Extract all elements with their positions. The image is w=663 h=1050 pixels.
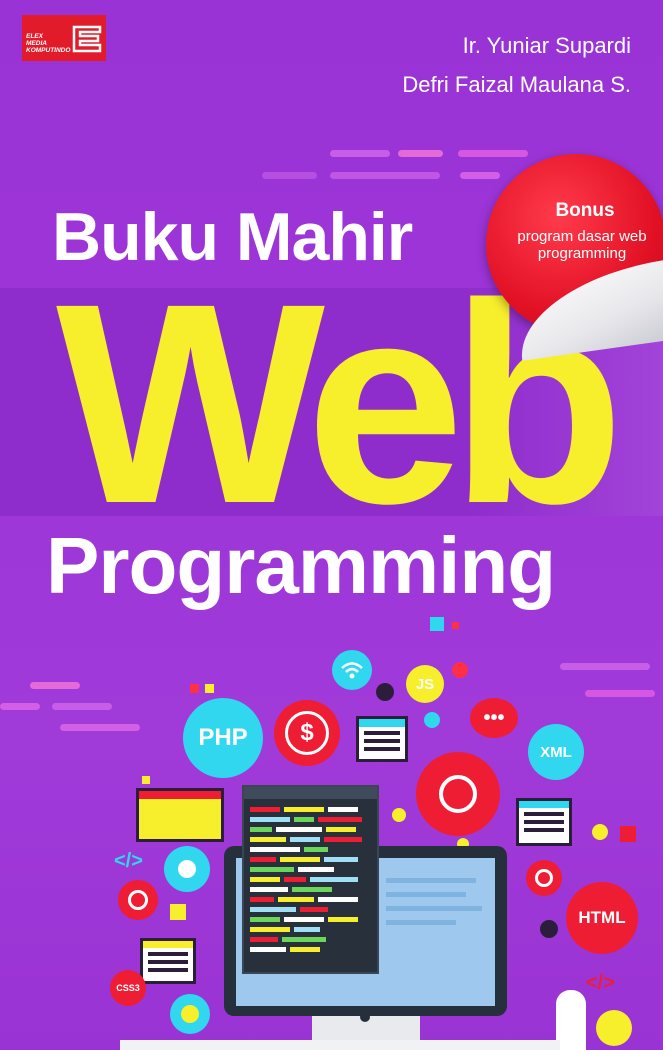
deco-dot [376, 683, 394, 701]
document-window-icon [356, 716, 408, 762]
publisher-logo: ELEX MEDIA KOMPUTINDO [22, 15, 106, 61]
logo-line-2: MEDIA [26, 40, 47, 47]
hand-illustration [556, 990, 586, 1050]
deco-square [620, 826, 636, 842]
badge-text-line-1: program dasar web [517, 228, 647, 245]
monitor-base [120, 1040, 560, 1050]
deco-square [142, 776, 150, 784]
deco-dash [458, 150, 528, 157]
code-tag-icon-right: </> [586, 972, 615, 994]
badge-text-line-2: programming [537, 245, 627, 262]
article-window-icon [516, 798, 572, 846]
code-editor-illustration [242, 785, 379, 974]
deco-square [205, 684, 214, 693]
deco-dash [330, 172, 440, 179]
deco-dot [392, 808, 406, 822]
deco-dash [52, 703, 112, 710]
sun-gear-icon [170, 994, 210, 1034]
deco-square [452, 622, 459, 629]
html-icon: HTML [566, 882, 638, 954]
deco-square [430, 617, 444, 631]
xml-icon: XML [528, 724, 584, 780]
dollar-icon: $ [274, 700, 340, 766]
title-line-3: Programming [46, 521, 556, 610]
css3-icon: CSS3 [110, 970, 146, 1006]
deco-square [190, 684, 199, 693]
gear-icon-right [526, 860, 562, 896]
php-icon: PHP [183, 698, 263, 778]
js-icon: JS [406, 665, 444, 703]
deco-dash [262, 172, 317, 179]
code-tag-icon: </> [114, 850, 143, 872]
code-lines-icon [250, 807, 362, 952]
layout-window-icon [136, 788, 224, 842]
deco-dash [0, 703, 40, 710]
small-gear-icon [118, 880, 158, 920]
logo-line-3: KOMPUTINDO [26, 47, 71, 54]
deco-square [170, 904, 186, 920]
sun-icon [596, 1010, 632, 1046]
deco-dash [398, 150, 443, 157]
deco-dot [452, 662, 468, 678]
logo-line-1: ELEX [26, 33, 43, 40]
settings-gear-icon [416, 752, 500, 836]
author-2: Defri Faizal Maulana S. [402, 72, 631, 97]
deco-dash [560, 663, 650, 670]
deco-dash [330, 150, 390, 157]
author-1: Ir. Yuniar Supardi [462, 33, 631, 58]
deco-dot [424, 712, 440, 728]
gear-icon [164, 846, 210, 892]
deco-dot [592, 824, 608, 840]
deco-dash [585, 690, 655, 697]
deco-dash [60, 724, 140, 731]
deco-dot [540, 920, 558, 938]
wifi-icon [332, 650, 372, 690]
deco-dash [460, 172, 500, 179]
logo-mark-icon [72, 25, 102, 53]
deco-dash [30, 682, 80, 689]
monitor-button [360, 1012, 370, 1022]
badge-heading: Bonus [555, 200, 615, 221]
chat-bubble-icon: ••• [470, 698, 518, 738]
list-window-icon [140, 938, 196, 984]
book-cover: ELEX MEDIA KOMPUTINDO Ir. Yuniar Supardi… [0, 0, 663, 1050]
badge-text: program dasar web programming [497, 228, 663, 262]
